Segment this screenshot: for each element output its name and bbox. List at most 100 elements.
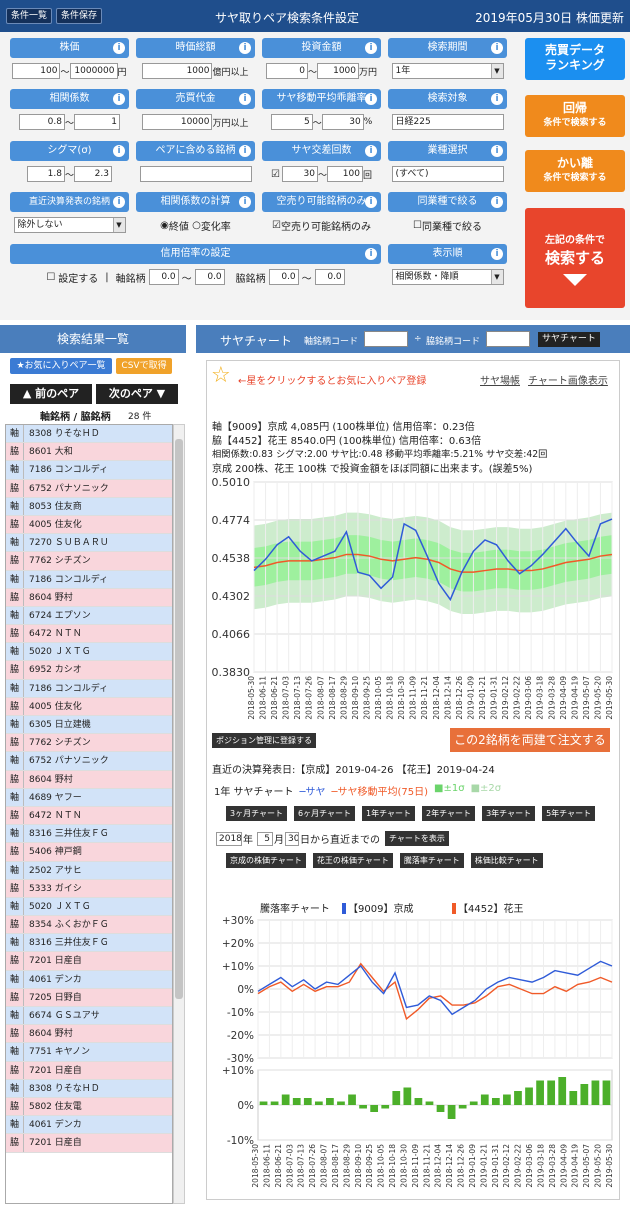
target-input[interactable]: 日経225 xyxy=(391,114,504,130)
pair-row-waki[interactable]: 脇 5802 住友電 xyxy=(6,1097,172,1117)
shortable-checkbox[interactable]: ☑ xyxy=(272,220,281,231)
pair-row-waki[interactable]: 脇 6752 パナソニック xyxy=(6,479,172,498)
info-icon[interactable]: i xyxy=(239,42,251,54)
market-cap-input[interactable]: 1000 xyxy=(142,63,213,79)
jiku-min-input[interactable]: 0.0 xyxy=(148,269,179,285)
pair-row-jiku[interactable]: 軸 8308 りそなＨＤ xyxy=(6,1079,172,1098)
industry-input[interactable]: (すべて) xyxy=(391,166,504,182)
info-icon[interactable]: i xyxy=(491,145,503,157)
info-icon[interactable]: i xyxy=(113,42,125,54)
pair-row-jiku[interactable]: 軸 7186 コンコルディ xyxy=(6,461,172,480)
info-icon[interactable]: i xyxy=(365,196,377,208)
search-button[interactable]: 左記の条件で 検索する xyxy=(525,208,625,308)
condition-save-button[interactable]: 条件保存 xyxy=(56,8,103,24)
pair-row-jiku[interactable]: 軸 8053 住友商 xyxy=(6,497,172,516)
cross-min-input[interactable]: 30 xyxy=(281,166,318,182)
pair-row-jiku[interactable]: 軸 5020 ＪＸＴＧ xyxy=(6,897,172,917)
waki-max-input[interactable]: 0.0 xyxy=(314,269,345,285)
sub-chart-button[interactable]: 花王の株価チャート xyxy=(312,853,393,868)
sub-chart-button[interactable]: 騰落率チャート xyxy=(399,853,464,868)
star-icon[interactable]: ☆ xyxy=(211,364,231,388)
pair-row-waki[interactable]: 脇 5333 ガイシ xyxy=(6,879,172,898)
saya-chart-button[interactable]: サヤチャート xyxy=(538,332,600,347)
day-input[interactable]: 30 xyxy=(285,831,299,846)
pair-row-waki[interactable]: 脇 8604 野村 xyxy=(6,1025,172,1044)
pair-row-jiku[interactable]: 軸 6724 エプソン xyxy=(6,606,172,626)
sigma-max-input[interactable]: 2.3 xyxy=(74,166,112,182)
cross-checkbox[interactable]: ☑ xyxy=(271,169,280,180)
position-register-button[interactable]: ポジション管理に登録する xyxy=(212,733,316,748)
price-min-input[interactable]: 100 xyxy=(12,63,61,79)
pair-row-jiku[interactable]: 軸 7751 キヤノン xyxy=(6,1043,172,1062)
corr-min-input[interactable]: 0.8 xyxy=(18,114,65,130)
next-pair-button[interactable]: 次のペア ▼ xyxy=(96,384,178,404)
pair-row-jiku[interactable]: 軸 4061 デンカ xyxy=(6,970,172,989)
pair-row-jiku[interactable]: 軸 5020 ＪＸＴＧ xyxy=(6,643,172,662)
info-icon[interactable]: i xyxy=(491,93,503,105)
year-input[interactable]: 2018 xyxy=(216,831,242,846)
corr-max-input[interactable]: 1 xyxy=(74,114,120,130)
info-icon[interactable]: i xyxy=(365,42,377,54)
pair-row-jiku[interactable]: 軸 7186 コンコルディ xyxy=(6,570,172,589)
period-select[interactable]: 1年 ▼ xyxy=(391,63,504,79)
info-icon[interactable]: i xyxy=(239,145,251,157)
margin-set-checkbox[interactable]: ☐ xyxy=(46,272,55,283)
jiku-max-input[interactable]: 0.0 xyxy=(194,269,225,285)
pair-row-waki[interactable]: 脇 6472 ＮＴＮ xyxy=(6,625,172,644)
pair-row-waki[interactable]: 脇 8604 野村 xyxy=(6,588,172,607)
same-industry-checkbox[interactable]: ☐ xyxy=(413,220,422,231)
pair-row-waki[interactable]: 脇 8601 大和 xyxy=(6,443,172,462)
turnover-input[interactable]: 10000 xyxy=(142,114,213,130)
info-icon[interactable]: i xyxy=(365,93,377,105)
pair-include-input[interactable] xyxy=(139,166,252,182)
scrollbar[interactable] xyxy=(173,424,185,1204)
saya-book-link[interactable]: サヤ場帳 xyxy=(480,372,520,387)
pair-row-waki[interactable]: 脇 8604 野村 xyxy=(6,770,172,789)
info-icon[interactable]: i xyxy=(365,248,377,260)
month-input[interactable]: 5 xyxy=(257,831,273,846)
cross-max-input[interactable]: 100 xyxy=(326,166,363,182)
pair-row-jiku[interactable]: 軸 8316 三井住友ＦＧ xyxy=(6,934,172,953)
period-button[interactable]: 6ヶ月チャート xyxy=(294,806,356,821)
jiku-code-input[interactable] xyxy=(364,331,408,347)
pair-row-jiku[interactable]: 軸 8316 三井住友ＦＧ xyxy=(6,825,172,844)
chart-image-link[interactable]: チャート画像表示 xyxy=(528,372,608,387)
radio-change[interactable]: ○ xyxy=(189,220,201,231)
deviation-max-input[interactable]: 30 xyxy=(321,114,364,130)
pair-row-waki[interactable]: 脇 7201 日産自 xyxy=(6,1134,172,1153)
waki-code-input[interactable] xyxy=(486,331,530,347)
sub-chart-button[interactable]: 株価比較チャート xyxy=(470,853,543,868)
regression-button[interactable]: 回帰 条件で検索する xyxy=(525,95,625,137)
deviation-min-input[interactable]: 5 xyxy=(270,114,313,130)
period-button[interactable]: 5年チャート xyxy=(542,806,596,821)
pair-row-waki[interactable]: 脇 8354 ふくおかＦＧ xyxy=(6,916,172,935)
order-select[interactable]: 相関係数・降順 ▼ xyxy=(391,269,504,285)
pair-row-waki[interactable]: 脇 5406 神戸鋼 xyxy=(6,843,172,862)
pair-row-jiku[interactable]: 軸 6752 パナソニック xyxy=(6,752,172,771)
divergence-button[interactable]: かい離 条件で検索する xyxy=(525,150,625,192)
pair-row-waki[interactable]: 脇 6952 カシオ xyxy=(6,661,172,680)
invest-max-input[interactable]: 1000 xyxy=(317,63,359,79)
order-button[interactable]: この2銘柄を両建て注文する xyxy=(450,728,610,752)
info-icon[interactable]: i xyxy=(239,93,251,105)
info-icon[interactable]: i xyxy=(491,248,503,260)
period-button[interactable]: 3ヶ月チャート xyxy=(226,806,288,821)
pair-row-jiku[interactable]: 軸 2502 アサヒ xyxy=(6,861,172,880)
pair-row-jiku[interactable]: 軸 4061 デンカ xyxy=(6,1116,172,1135)
sigma-min-input[interactable]: 1.8 xyxy=(26,166,65,182)
pair-row-waki[interactable]: 脇 6472 ＮＴＮ xyxy=(6,806,172,826)
price-max-input[interactable]: 1000000 xyxy=(69,63,118,79)
period-button[interactable]: 2年チャート xyxy=(422,806,476,821)
period-button[interactable]: 3年チャート xyxy=(482,806,536,821)
waki-min-input[interactable]: 0.0 xyxy=(268,269,299,285)
info-icon[interactable]: i xyxy=(491,42,503,54)
show-chart-button[interactable]: チャートを表示 xyxy=(385,831,449,846)
favorite-list-button[interactable]: ★お気に入りペア一覧 xyxy=(10,358,112,374)
scrollbar-thumb[interactable] xyxy=(175,439,183,999)
radio-close[interactable]: ◉ xyxy=(160,220,169,231)
info-icon[interactable]: i xyxy=(491,196,503,208)
pair-row-waki[interactable]: 脇 7762 シチズン xyxy=(6,734,172,753)
earnings-select[interactable]: 除外しない ▼ xyxy=(13,217,126,233)
ranking-button[interactable]: 売買データ ランキング xyxy=(525,38,625,80)
pair-row-waki[interactable]: 脇 7762 シチズン xyxy=(6,552,172,571)
